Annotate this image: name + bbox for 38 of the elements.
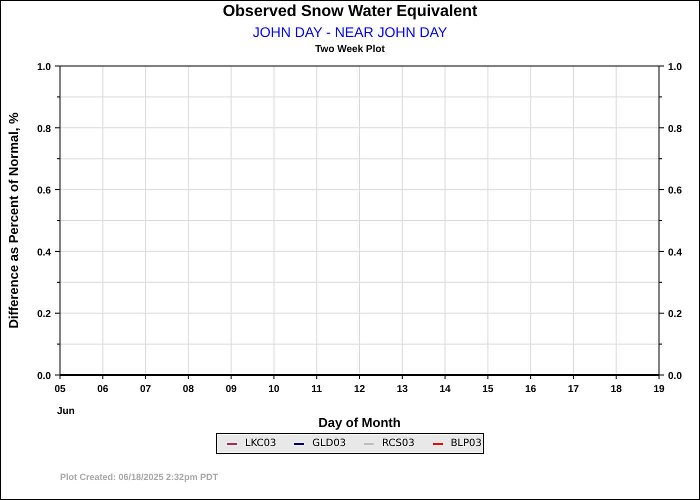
x-tick-label: 17 xyxy=(568,384,579,395)
legend-label: RCS03 xyxy=(382,438,415,449)
y-tick-label: 0.4 xyxy=(668,247,682,258)
y-axis-label: Difference as Percent of Normal, % xyxy=(6,112,21,329)
x-tick-label: 09 xyxy=(226,384,237,395)
x-tick-label: 19 xyxy=(653,384,665,395)
x-tick-label: 08 xyxy=(182,384,194,395)
y-tick-label: 1.0 xyxy=(668,62,682,73)
plot-created-note: Plot Created: 06/18/2025 2:32pm PDT xyxy=(60,472,218,482)
y-tick-label: 0.8 xyxy=(37,124,51,135)
y-tick-label: 0.8 xyxy=(668,124,682,135)
x-tick-label: 16 xyxy=(525,384,536,395)
y-tick-label: 1.0 xyxy=(37,62,51,73)
x-tick-label: 12 xyxy=(354,384,366,395)
legend-label: BLP03 xyxy=(450,438,482,449)
chart-caption: Two Week Plot xyxy=(315,44,385,56)
month-label: Jun xyxy=(57,406,75,417)
x-tick-label: 14 xyxy=(440,384,451,395)
y-tick-label: 0.6 xyxy=(37,186,51,197)
x-tick-label: 06 xyxy=(97,384,108,395)
x-tick-label: 15 xyxy=(482,384,494,395)
x-tick-label: 05 xyxy=(54,384,66,395)
x-tick-label: 07 xyxy=(140,384,152,395)
x-tick-label: 13 xyxy=(396,384,408,395)
y-tick-label: 0.0 xyxy=(37,371,51,382)
x-axis-label: Day of Month xyxy=(318,415,401,430)
x-tick-label: 18 xyxy=(610,384,622,395)
x-tick-label: 11 xyxy=(311,384,322,395)
y-tick-label: 0.4 xyxy=(37,247,51,258)
x-tick-label: 10 xyxy=(268,384,280,395)
legend-label: LKC03 xyxy=(245,438,276,449)
chart-subtitle: JOHN DAY - NEAR JOHN DAY xyxy=(252,24,448,41)
chart-title: Observed Snow Water Equivalent xyxy=(222,2,478,21)
y-tick-label: 0.6 xyxy=(668,186,682,197)
y-tick-label: 0.0 xyxy=(668,371,682,382)
y-tick-label: 0.2 xyxy=(37,309,51,320)
y-tick-label: 0.2 xyxy=(668,309,682,320)
legend-label: GLD03 xyxy=(312,438,346,449)
